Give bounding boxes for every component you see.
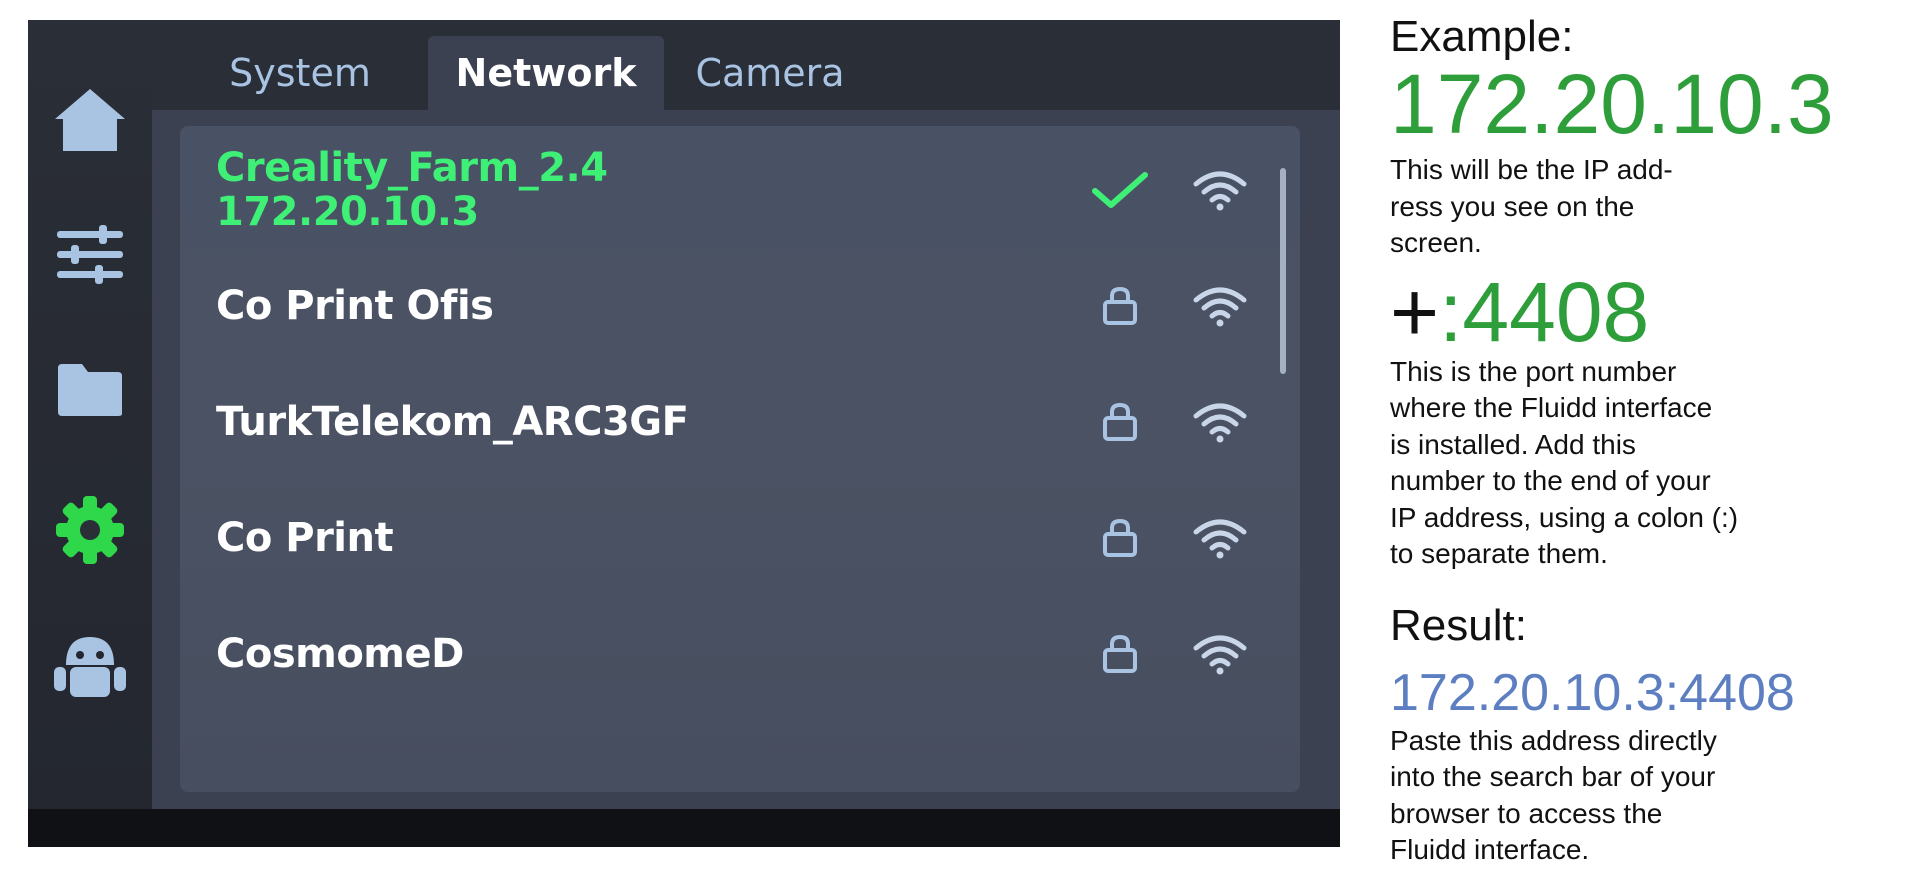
text-line: This will be the IP add- [1390, 154, 1673, 185]
folder-icon[interactable] [50, 350, 130, 430]
result-description: Paste this address directly into the sea… [1390, 723, 1910, 869]
text-line: This is the port number [1390, 355, 1677, 387]
home-icon[interactable] [50, 80, 130, 160]
network-ssid: Co Print Ofis [216, 283, 494, 329]
example-description: This will be the IP add- ress you see on… [1390, 152, 1910, 262]
wifi-icon [1190, 276, 1250, 336]
wifi-icon [1190, 624, 1250, 684]
text-line: Paste this address directly [1390, 724, 1717, 756]
tab-system[interactable]: System [182, 36, 418, 110]
wifi-icon [1190, 160, 1250, 220]
result-address: 172.20.10.3:4408 [1390, 663, 1795, 722]
text-line: Fluidd interface. [1390, 834, 1590, 865]
network-row-connected[interactable]: Creality_Farm_2.4 172.20.10.3 [180, 132, 1300, 248]
network-ssid: Creality_Farm_2.4 [216, 145, 608, 191]
tab-bar: System Network Camera [152, 20, 1340, 110]
text-line: is installed. Add this [1390, 428, 1636, 460]
text-line: into the search bar of your [1390, 761, 1716, 792]
text-line: IP address, using a colon (:) [1390, 501, 1739, 533]
result-heading: Result: [1390, 600, 1527, 650]
checkmark-icon [1090, 160, 1150, 220]
screen-bezel [28, 809, 1340, 847]
text-line: to separate them. [1390, 538, 1608, 569]
sidebar [28, 20, 152, 809]
port-line: +:4408 [1390, 270, 1910, 354]
network-ssid: Co Print [216, 515, 394, 561]
lock-icon [1090, 276, 1150, 336]
tab-camera[interactable]: Camera [652, 36, 888, 110]
network-row[interactable]: CosmomeD [180, 596, 1300, 712]
port-number: :4408 [1439, 264, 1650, 359]
text-line: where the Fluidd interface [1390, 392, 1713, 423]
network-ssid: TurkTelekom_ARC3GF [216, 399, 689, 445]
network-row[interactable]: TurkTelekom_ARC3GF [180, 364, 1300, 480]
network-item: Creality_Farm_2.4 172.20.10.3 [216, 146, 608, 234]
port-description: This is the port number where the Fluidd… [1390, 354, 1910, 573]
wifi-icon [1190, 392, 1250, 452]
text-line: number to the end of your [1390, 465, 1711, 496]
example-heading: Example: [1390, 12, 1574, 61]
sliders-icon[interactable] [50, 215, 130, 295]
plus-sign: + [1390, 264, 1440, 359]
wifi-icon [1190, 508, 1250, 568]
gear-icon[interactable] [50, 490, 130, 570]
network-content: Creality_Farm_2.4 172.20.10.3 Co Print O… [152, 110, 1340, 809]
tab-network[interactable]: Network [428, 36, 664, 110]
robot-icon[interactable] [50, 625, 130, 705]
network-row[interactable]: Co Print Ofis [180, 248, 1300, 364]
network-ssid: CosmomeD [216, 631, 464, 677]
network-row[interactable]: Co Print [180, 480, 1300, 596]
lock-icon [1090, 392, 1150, 452]
device-screen: System Network Camera Creality_Farm_2.4 … [28, 20, 1340, 847]
text-line: browser to access the [1390, 797, 1663, 829]
example-ip: 172.20.10.3 [1390, 57, 1834, 151]
network-list: Creality_Farm_2.4 172.20.10.3 Co Print O… [180, 126, 1300, 792]
text-line: ress you see on the [1390, 190, 1635, 222]
lock-icon [1090, 624, 1150, 684]
lock-icon [1090, 508, 1150, 568]
scrollbar[interactable] [1280, 168, 1286, 374]
text-line: screen. [1390, 227, 1482, 258]
network-ip: 172.20.10.3 [216, 189, 479, 235]
instructions-panel: Example: 172.20.10.3 This will be the IP… [1390, 12, 1910, 869]
